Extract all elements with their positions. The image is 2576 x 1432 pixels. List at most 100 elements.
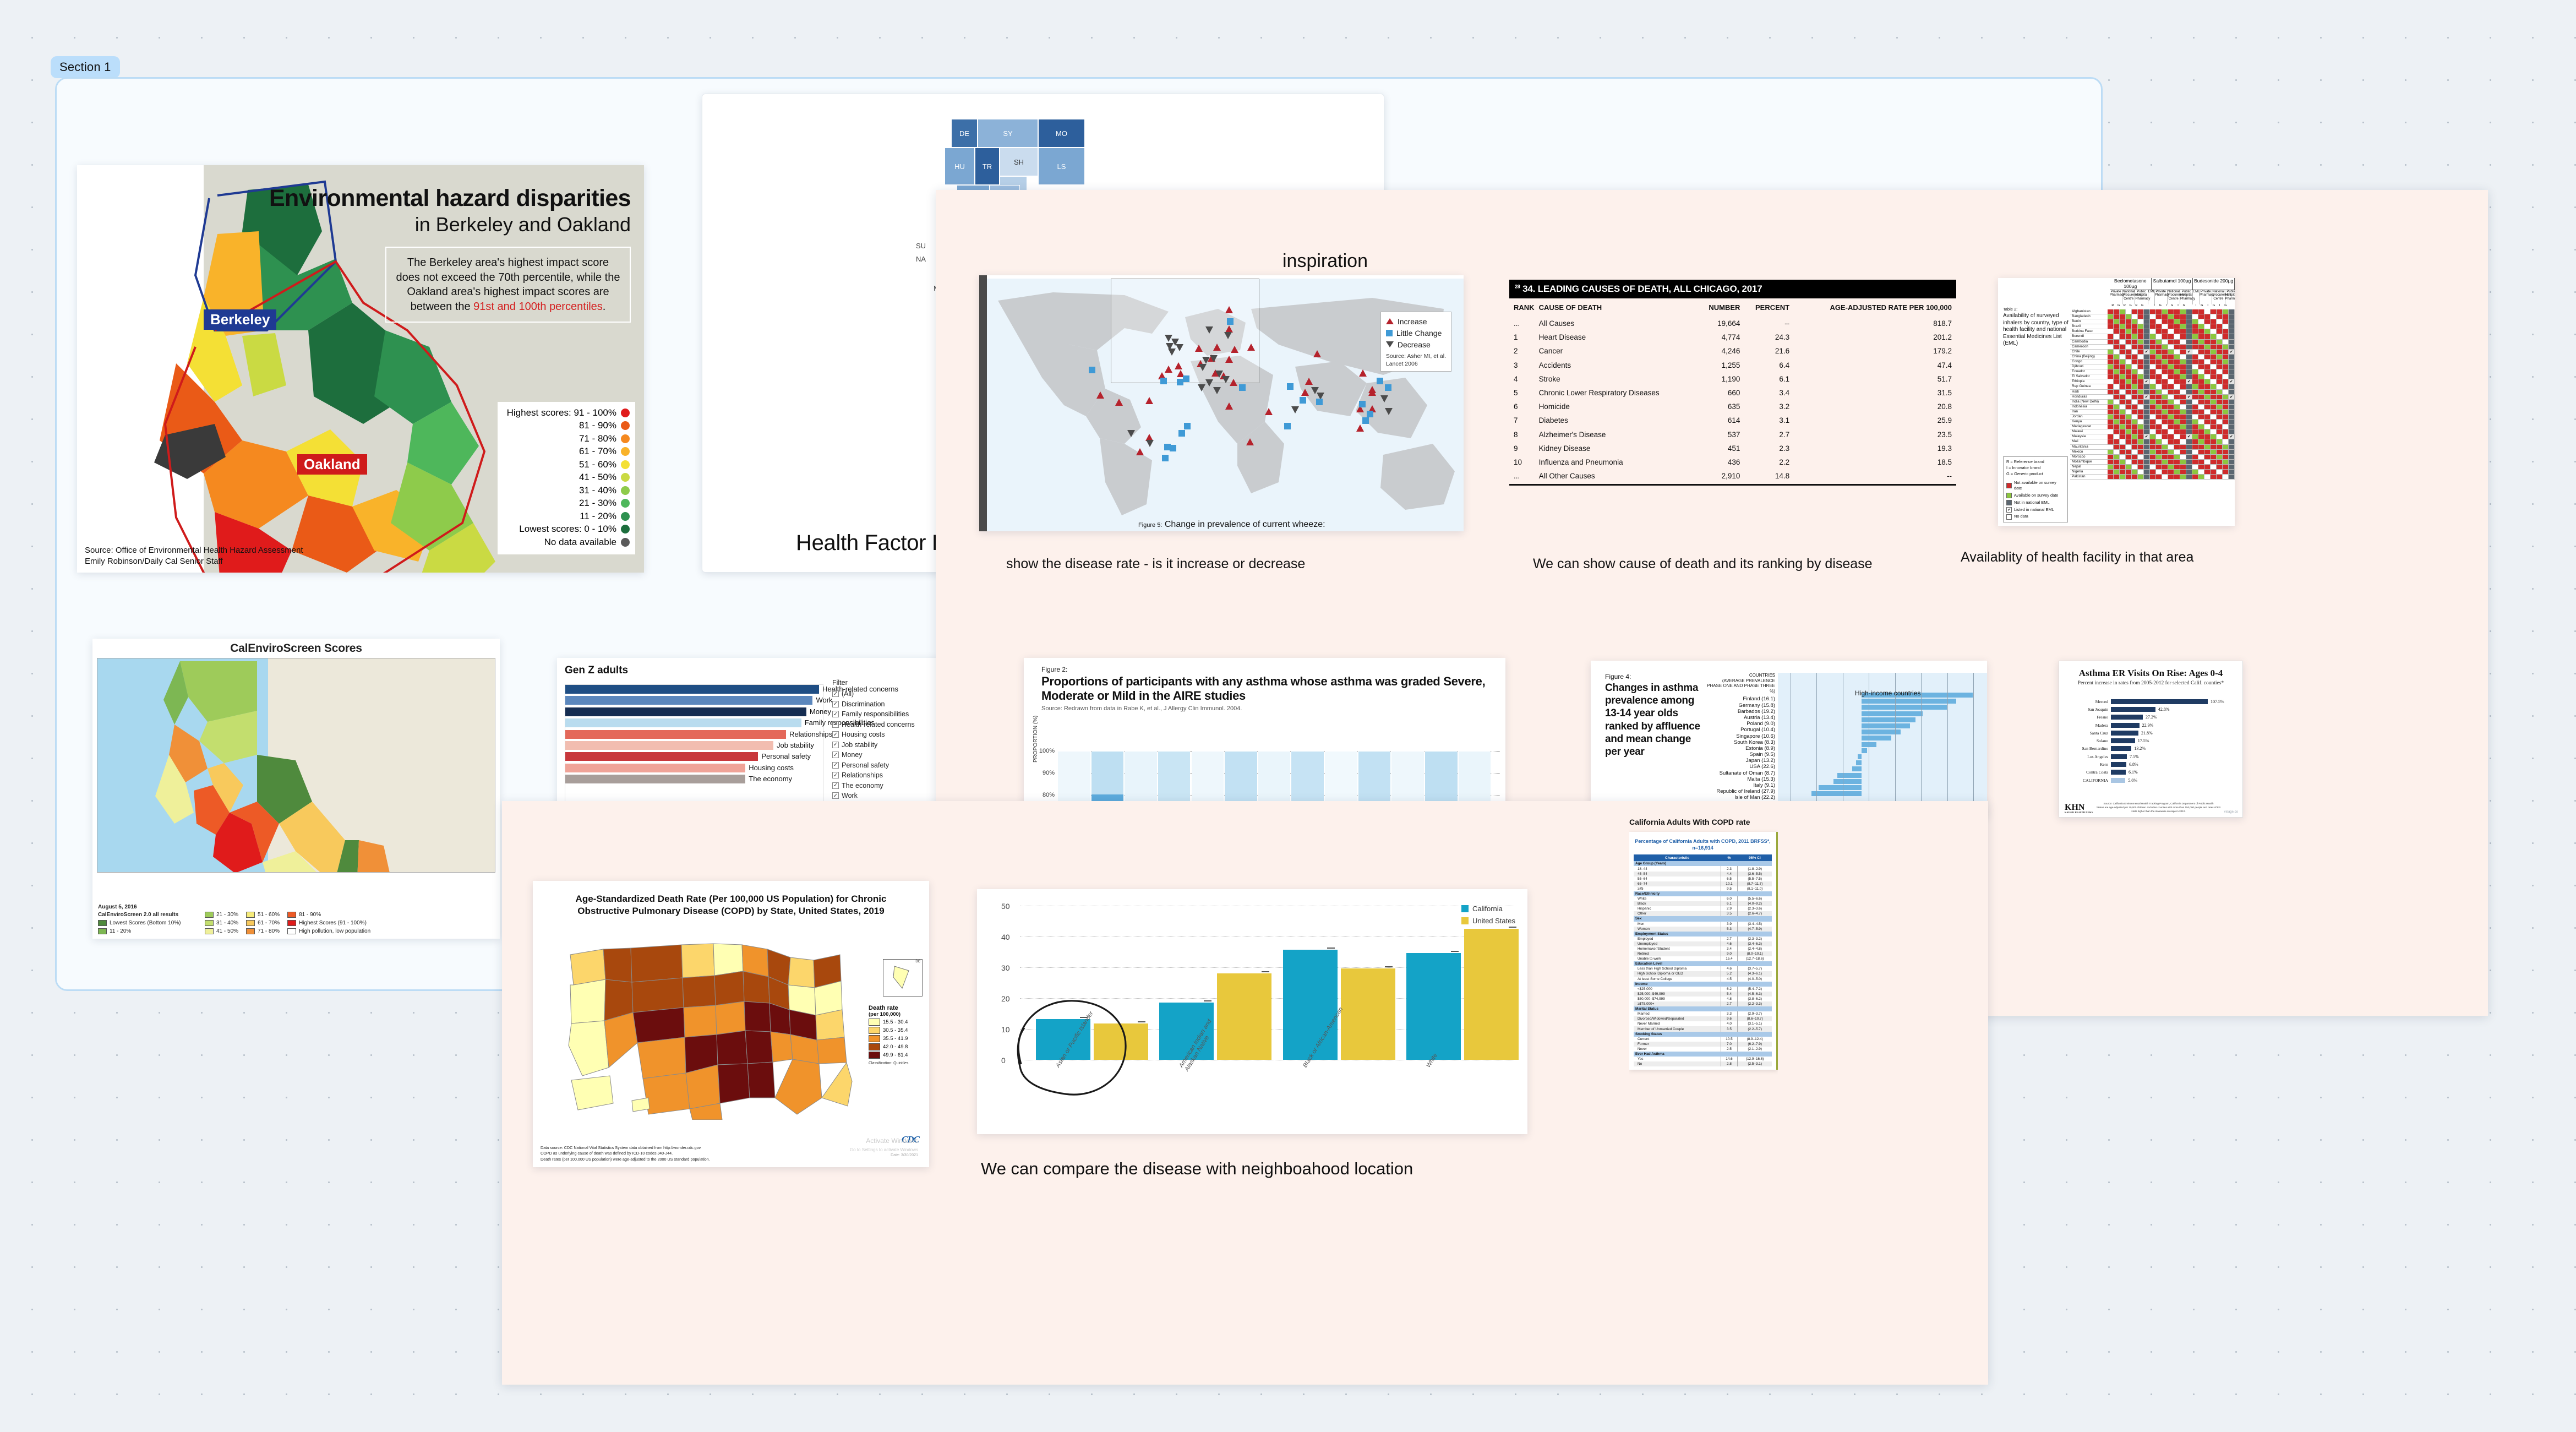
hazard-map-card[interactable]: Berkeley Oakland Environmental hazard di…	[77, 165, 644, 573]
cell-ci: (8.6–10.7)	[1737, 1016, 1772, 1022]
checkbox-icon[interactable]: ✓	[832, 772, 839, 779]
genz-bar[interactable]	[565, 740, 773, 750]
figure4-country-label: South Korea (8.3)	[1734, 739, 1775, 745]
genz-bar[interactable]	[565, 752, 758, 761]
y-axis-tick: 30	[1001, 963, 1010, 972]
bar-united-states[interactable]	[1217, 973, 1272, 1060]
cell-characteristic: ≥75	[1638, 886, 1644, 891]
checkbox-icon[interactable]: ✓	[832, 690, 839, 698]
khn-asthma-er-card[interactable]: Asthma ER Visits On Rise: Ages 0-4 Perce…	[2059, 661, 2243, 818]
bar-united-states[interactable]	[1464, 929, 1519, 1060]
khn-subtitle: Percent increase in rates from 2005-2012…	[2077, 680, 2224, 686]
checkbox-icon[interactable]: ✓	[832, 700, 839, 707]
county-tr[interactable]: TR	[975, 148, 1000, 185]
genz-bar-row[interactable]: Family responsibilities	[565, 718, 875, 728]
wheeze-world-map-card[interactable]: Increase Little Change Decrease Source: …	[979, 275, 1464, 531]
whiteboard-canvas[interactable]: Section 1 Berkeley Oakland Environmental…	[0, 0, 2576, 1432]
county-ls[interactable]: LS	[1038, 148, 1085, 185]
checkbox-icon[interactable]: ✓	[832, 782, 839, 789]
genz-bar[interactable]	[565, 685, 819, 694]
eml-cell: ✔	[2228, 434, 2235, 440]
table-group-row: Ever Had Asthma	[1634, 1051, 1772, 1057]
copd-us-map-card[interactable]: Age-Standardized Death Rate (Per 100,000…	[533, 881, 929, 1167]
bar-united-states[interactable]	[1340, 968, 1395, 1060]
filter-checkbox-item[interactable]: ✓ (All)	[832, 689, 915, 699]
genz-bar[interactable]	[565, 729, 787, 739]
county-sy[interactable]: SY	[978, 119, 1038, 148]
filter-checkbox-item[interactable]: ✓ Housing costs	[832, 729, 915, 740]
availability-cell	[2107, 384, 2114, 390]
eml-cell	[2186, 429, 2192, 435]
checkbox-icon[interactable]: ✓	[832, 711, 839, 718]
availability-cell	[2222, 449, 2229, 455]
cell-percent: 10.5	[1720, 1036, 1738, 1042]
legend-label: 15.5 - 30.4	[883, 1019, 908, 1025]
inhaler-availability-card[interactable]: Table 2: Availability of surveyed inhale…	[1998, 278, 2235, 526]
availability-cell	[2216, 329, 2223, 335]
filter-checkbox-item[interactable]: ✓ Work	[832, 791, 915, 801]
genz-bar-row[interactable]: Health-related concerns	[565, 685, 898, 694]
khn-bar-row: Solano 17.5%	[2066, 737, 2237, 744]
genz-bar-row[interactable]: Personal safety	[565, 752, 823, 761]
figure4-card[interactable]: Figure 4: Changes in asthma prevalence a…	[1591, 661, 1987, 818]
genz-bar[interactable]	[565, 696, 813, 705]
genz-bar[interactable]	[565, 763, 746, 772]
county-sh[interactable]: SH	[1000, 148, 1038, 176]
bar-united-states[interactable]	[1093, 1023, 1148, 1060]
cell-percent: 2.3	[1779, 444, 1790, 453]
filter-checkbox-item[interactable]: ✓ Money	[832, 750, 915, 760]
bar-california[interactable]	[1406, 952, 1461, 1060]
genz-bar-row[interactable]: Job stability	[565, 740, 823, 750]
checkbox-icon[interactable]: ✓	[832, 792, 839, 799]
genz-bar[interactable]	[565, 775, 746, 784]
table-row: Morocco	[2070, 454, 2235, 460]
filter-checkbox-item[interactable]: ✓ Family responsibilities	[832, 709, 915, 720]
figure2-card[interactable]: Figure 2: Proportions of participants wi…	[1024, 658, 1505, 818]
genz-bar-row[interactable]: Housing costs	[565, 763, 823, 772]
availability-cell	[2113, 354, 2120, 360]
genz-bar[interactable]	[565, 718, 801, 728]
inhaler-brand-code: G	[2201, 304, 2203, 307]
availability-cell	[2113, 319, 2120, 325]
col-ci: 95% CI	[1737, 854, 1772, 862]
genz-bar-row[interactable]: Work	[565, 696, 833, 705]
filter-checkbox-item[interactable]: ✓ Relationships	[832, 770, 915, 781]
legend-label: Available on survey date	[2014, 493, 2059, 498]
causes-of-death-card[interactable]: 28 34. LEADING CAUSES OF DEATH, ALL CHIC…	[1509, 280, 1956, 530]
filter-checkbox-item[interactable]: ✓ Health-related concerns	[832, 720, 915, 730]
filter-checkbox-item[interactable]: ✓ Job stability	[832, 740, 915, 750]
genz-bar-row[interactable]: Relationships	[565, 729, 832, 739]
county-mo[interactable]: MO	[1038, 119, 1085, 148]
availability-cell	[2210, 374, 2217, 380]
availability-cell	[2216, 454, 2223, 460]
genz-bar[interactable]	[565, 707, 806, 716]
checkbox-icon[interactable]: ✓	[832, 752, 839, 759]
section-label[interactable]: Section 1	[51, 56, 120, 78]
checkbox-icon[interactable]: ✓	[832, 731, 839, 738]
availability-cell	[2162, 369, 2168, 375]
table-row: 4 Stroke 1,190 6.1 51.7	[1509, 372, 1956, 386]
ca-vs-us-bar-chart-card[interactable]: 50 40 30 20 10 0 Asian or Pacific Islander Amer…	[977, 889, 1527, 1134]
checkbox-icon[interactable]: ✓	[832, 761, 839, 769]
availability-cell	[2162, 429, 2168, 435]
copd-rate-table-wrap[interactable]: California Adults With COPD rate Percent…	[1629, 818, 1778, 1170]
calenviroscreen-card[interactable]: CalEnviroScreen Scores August 5, 2016 Ca…	[92, 639, 500, 939]
inhaler-brand-code: G	[2224, 304, 2227, 307]
filter-checkbox-item[interactable]: ✓ Discrimination	[832, 699, 915, 710]
genz-bar-row[interactable]: Money	[565, 707, 831, 716]
county-hu[interactable]: HU	[945, 148, 975, 185]
bar-california[interactable]	[1282, 949, 1338, 1060]
wheeze-source-l1: Source: Asher MI, et al.	[1385, 353, 1446, 360]
cell-percent: 2.2	[1779, 458, 1790, 466]
checkbox-icon[interactable]: ✓	[832, 741, 839, 748]
county-de[interactable]: DE	[951, 119, 978, 148]
genz-bar-row[interactable]: The economy	[565, 775, 823, 784]
filter-checkbox-item[interactable]: ✓ The economy	[832, 781, 915, 791]
genz-filter-panel[interactable]: Filter ✓ (All) ✓ Discrimination ✓ Family resp…	[832, 679, 915, 801]
filter-checkbox-list[interactable]: ✓ (All) ✓ Discrimination ✓ Family responsibil…	[832, 689, 915, 801]
error-bar	[1327, 947, 1335, 949]
checkbox-icon[interactable]: ✓	[832, 721, 839, 728]
filter-checkbox-item[interactable]: ✓ Personal safety	[832, 760, 915, 771]
availability-cell	[2216, 324, 2223, 330]
availability-cell	[2204, 464, 2211, 470]
